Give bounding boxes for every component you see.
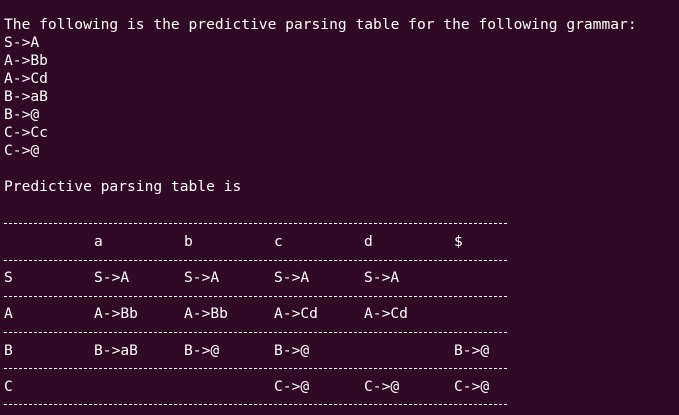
table-cell: B->aB	[94, 342, 138, 359]
grammar-rule: C->@	[4, 142, 40, 159]
table-cell: C	[4, 378, 13, 395]
table-cell: C->@	[274, 378, 310, 395]
grammar-rule: B->@	[4, 106, 40, 123]
table-cell: S->A	[274, 269, 310, 286]
grammar-rule: B->aB	[4, 88, 48, 105]
grammar-rule: A->Cd	[4, 70, 48, 87]
grammar-rule: S->A	[4, 34, 40, 51]
table-cell: B	[4, 342, 13, 359]
table-cell: A->Cd	[274, 305, 318, 322]
table-separator	[4, 404, 507, 405]
table-separator	[4, 368, 507, 369]
table-cell: A->Bb	[184, 305, 228, 322]
table-cell: S->A	[184, 269, 220, 286]
table-cell: A	[4, 305, 13, 322]
intro-line: The following is the predictive parsing …	[4, 16, 637, 33]
table-cell: C->@	[454, 378, 490, 395]
table-separator	[4, 260, 507, 261]
grammar-rule: A->Bb	[4, 52, 48, 69]
table-cell: S	[4, 269, 13, 286]
table-cell: A->Bb	[94, 305, 138, 322]
table-cell: A->Cd	[364, 305, 408, 322]
grammar-rule: C->Cc	[4, 124, 48, 141]
table-separator	[4, 332, 507, 333]
table-cell: B->@	[274, 342, 310, 359]
terminal-window[interactable]: The following is the predictive parsing …	[0, 0, 679, 415]
table-header-cell: c	[274, 233, 283, 250]
table-header-cell: d	[364, 233, 373, 250]
table-cell: B->@	[184, 342, 220, 359]
table-separator	[4, 223, 507, 224]
table-cell: S->A	[94, 269, 130, 286]
table-separator	[4, 296, 507, 297]
table-header-cell: a	[94, 233, 103, 250]
table-cell: S->A	[364, 269, 400, 286]
table-title: Predictive parsing table is	[4, 178, 242, 195]
table-cell: B->@	[454, 342, 490, 359]
table-cell: C->@	[364, 378, 400, 395]
table-header-cell: $	[454, 233, 463, 250]
table-header-cell: b	[184, 233, 193, 250]
